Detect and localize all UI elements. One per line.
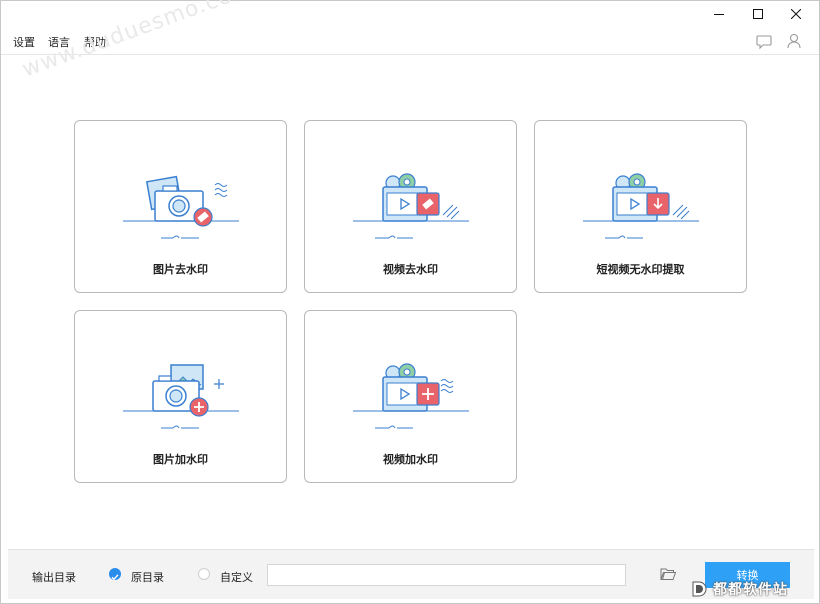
short-video-extract-icon bbox=[583, 173, 699, 239]
maximize-icon bbox=[753, 9, 763, 19]
card-label: 视频加水印 bbox=[383, 453, 438, 466]
image-remove-watermark-icon bbox=[123, 175, 239, 239]
original-dir-label[interactable]: 原目录 bbox=[131, 569, 164, 585]
close-button[interactable] bbox=[776, 1, 816, 27]
menu-settings[interactable]: 设置 bbox=[13, 34, 35, 50]
card-image-remove-watermark[interactable]: 图片去水印 bbox=[74, 120, 287, 293]
site-brand: 都都软件站 bbox=[691, 577, 788, 601]
card-image-add-watermark[interactable]: 图片加水印 bbox=[74, 310, 287, 483]
card-label: 图片去水印 bbox=[153, 263, 208, 276]
brand-logo-icon bbox=[692, 581, 707, 597]
output-path-input[interactable] bbox=[267, 564, 626, 586]
check-icon bbox=[111, 574, 119, 581]
close-icon bbox=[791, 9, 801, 19]
image-add-watermark-icon bbox=[123, 364, 239, 429]
app-window: 设置 语言 帮助 www.duduesmo.com 图片去水印 视频去水印 短视… bbox=[0, 0, 820, 604]
output-dir-label: 输出目录 bbox=[32, 571, 76, 584]
maximize-button[interactable] bbox=[738, 1, 778, 27]
minimize-icon bbox=[714, 14, 724, 15]
card-short-video-extract[interactable]: 短视频无水印提取 bbox=[534, 120, 747, 293]
radio-original-dir[interactable] bbox=[109, 568, 121, 581]
radio-custom-dir[interactable] bbox=[198, 568, 210, 580]
chat-bubble-icon[interactable] bbox=[755, 32, 773, 50]
video-add-watermark-icon bbox=[353, 363, 469, 429]
user-icon[interactable] bbox=[785, 32, 803, 50]
custom-dir-label[interactable]: 自定义 bbox=[220, 569, 253, 585]
brand-text: 都都软件站 bbox=[713, 582, 788, 598]
card-label: 图片加水印 bbox=[153, 453, 208, 466]
card-label: 视频去水印 bbox=[383, 263, 438, 276]
card-video-remove-watermark[interactable]: 视频去水印 bbox=[304, 120, 517, 293]
minimize-button[interactable] bbox=[699, 1, 739, 27]
card-video-add-watermark[interactable]: 视频加水印 bbox=[304, 310, 517, 483]
folder-icon[interactable] bbox=[660, 567, 676, 581]
video-remove-watermark-icon bbox=[353, 173, 469, 239]
card-label: 短视频无水印提取 bbox=[596, 263, 685, 276]
